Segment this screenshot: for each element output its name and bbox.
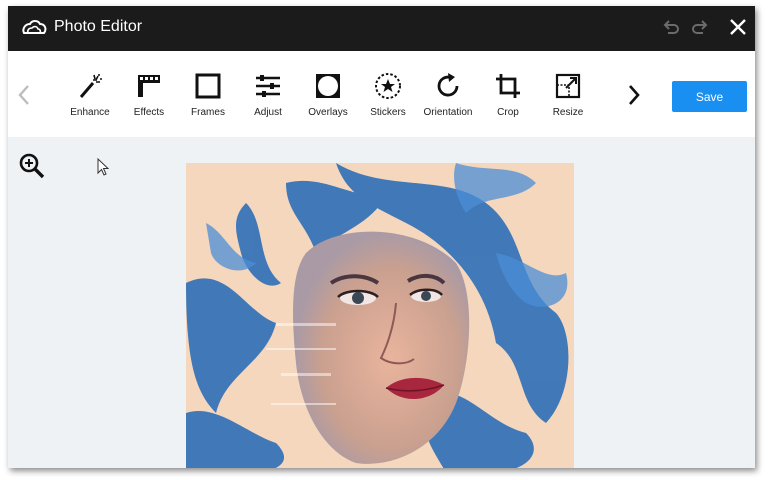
sliders-icon — [256, 75, 280, 97]
tool-label: Adjust — [254, 107, 282, 118]
film-icon — [138, 75, 160, 97]
tool-label: Stickers — [370, 107, 406, 118]
undo-icon[interactable] — [660, 17, 682, 39]
edited-photo — [186, 163, 574, 468]
tool-overlays[interactable]: Overlays — [296, 71, 360, 131]
save-button[interactable]: Save — [672, 81, 747, 112]
creative-cloud-logo-icon — [22, 20, 47, 34]
tools-toolbar: Enhance Effects Frames Adjust Overlays S… — [8, 51, 755, 137]
tool-label: Overlays — [308, 107, 348, 118]
tool-adjust[interactable]: Adjust — [236, 71, 300, 131]
tool-label: Resize — [552, 107, 584, 118]
close-icon[interactable] — [726, 15, 750, 39]
tool-stickers[interactable]: Stickers — [356, 71, 420, 131]
tool-label: Effects — [133, 107, 165, 118]
redo-icon[interactable] — [689, 17, 711, 39]
crop-icon — [496, 74, 520, 98]
tool-effects[interactable]: Effects — [117, 71, 181, 131]
image-canvas — [8, 137, 755, 468]
next-tools-arrow-icon[interactable] — [624, 82, 644, 108]
overlay-icon — [316, 74, 340, 98]
rotate-icon — [437, 73, 459, 97]
tool-label: Frames — [191, 107, 225, 118]
portrait-with-blue-paint-image — [186, 163, 574, 468]
tool-frames[interactable]: Frames — [176, 71, 240, 131]
photo-editor-window: Photo Editor Enhance Effects Frames Adju… — [8, 6, 755, 468]
tool-orientation[interactable]: Orientation — [416, 71, 480, 131]
frame-icon — [195, 73, 221, 99]
zoom-in-icon[interactable] — [18, 152, 46, 180]
mouse-cursor-icon — [97, 158, 110, 176]
tool-label: Enhance — [70, 107, 110, 118]
tool-label: Crop — [497, 107, 519, 118]
window-title: Photo Editor — [54, 18, 143, 35]
previous-tools-arrow-icon[interactable] — [14, 82, 34, 108]
tool-resize[interactable]: Resize — [536, 71, 600, 131]
title-bar: Photo Editor — [8, 6, 755, 51]
star-sticker-icon — [375, 73, 401, 99]
tool-enhance[interactable]: Enhance — [58, 71, 122, 131]
magic-wand-icon — [79, 74, 102, 98]
tool-crop[interactable]: Crop — [476, 71, 540, 131]
resize-icon — [555, 73, 581, 99]
tool-label: Orientation — [423, 107, 473, 118]
